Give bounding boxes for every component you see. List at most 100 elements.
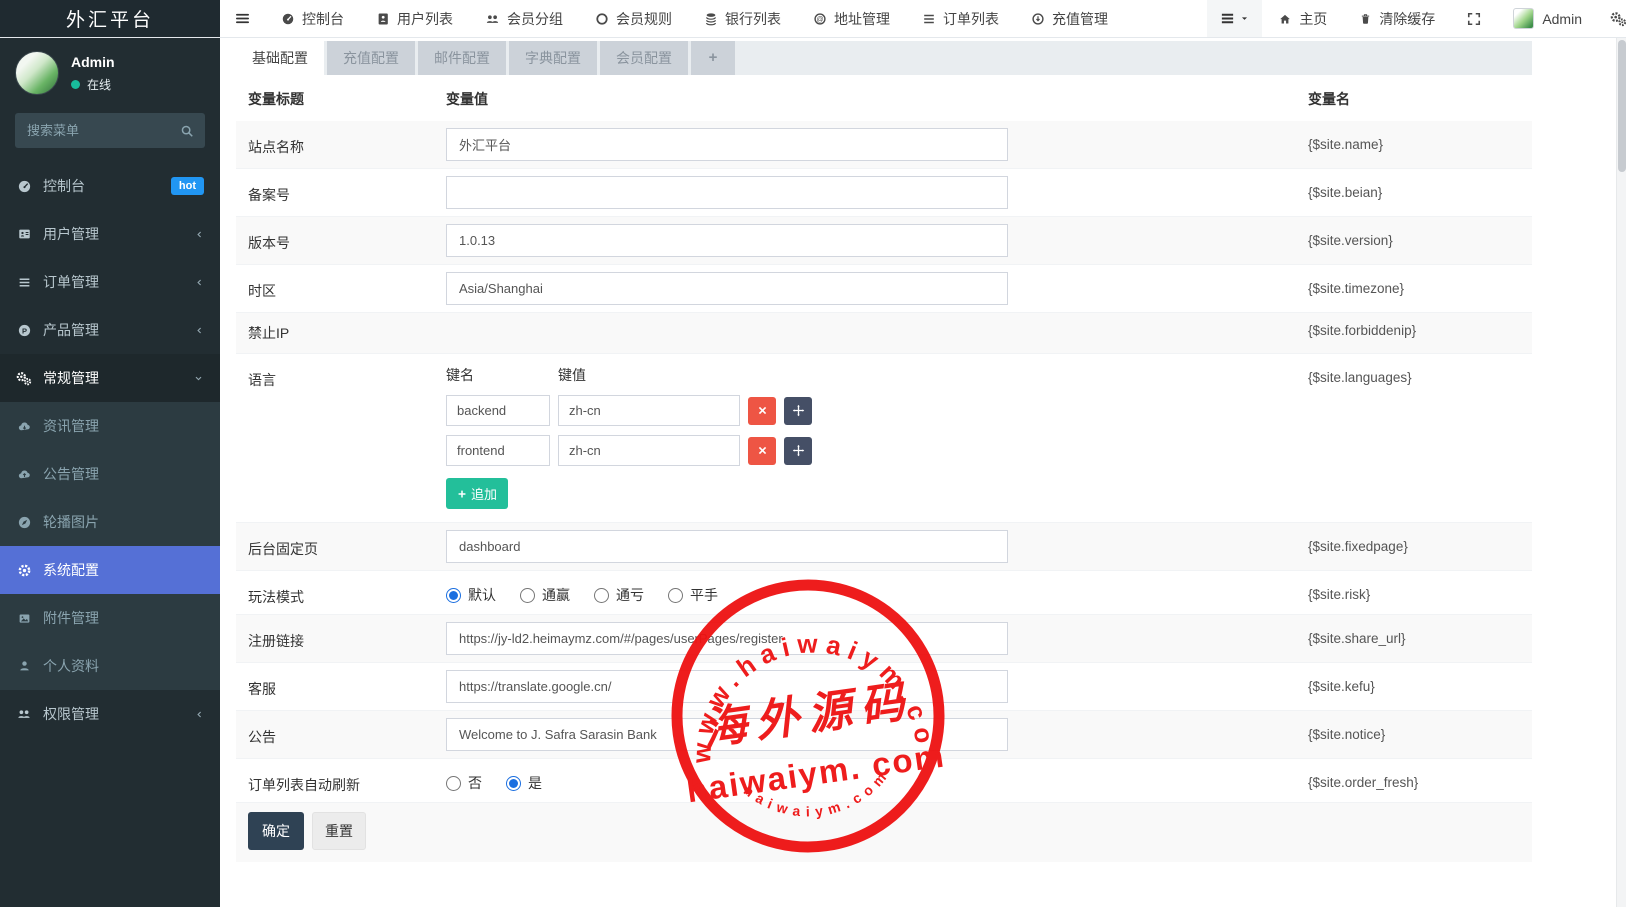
topnav-item-address[interactable]: @ 地址管理 (797, 0, 906, 37)
form-row-version: 版本号 {$site.version} (236, 217, 1532, 265)
sidebar-item-order-management[interactable]: 订单管理 (0, 258, 220, 306)
customer-service-input[interactable] (446, 670, 1008, 703)
topnav-item-bank-list[interactable]: 银行列表 (688, 0, 797, 37)
play-mode-radio-group: 默认 通赢 通亏 平手 (446, 578, 1308, 605)
admin-user-menu[interactable]: Admin (1497, 0, 1598, 37)
topnav-item-member-group[interactable]: 会员分组 (469, 0, 579, 37)
radio-input[interactable] (446, 776, 461, 791)
drag-row-button[interactable] (784, 397, 812, 425)
topnav-item-console[interactable]: 控制台 (265, 0, 360, 37)
sidebar-user-panel: Admin 在线 (0, 38, 220, 105)
sidebar-item-profile[interactable]: 个人资料 (0, 642, 220, 690)
address-icon: @ (813, 12, 827, 26)
submit-button[interactable]: 确定 (248, 812, 304, 850)
topnav-item-recharge[interactable]: 充值管理 (1015, 0, 1124, 37)
search-input[interactable] (15, 123, 169, 138)
avatar (15, 51, 59, 95)
drag-row-button[interactable] (784, 437, 812, 465)
hamburger-icon (235, 11, 250, 26)
topnav-item-order-list[interactable]: 订单列表 (906, 0, 1015, 37)
search-icon[interactable] (169, 124, 205, 138)
chevron-left-icon (195, 709, 204, 720)
remove-row-button[interactable] (748, 397, 776, 425)
sidebar-item-console[interactable]: 控制台 hot (0, 162, 220, 210)
language-value-input[interactable] (558, 395, 740, 426)
sidebar-item-label: 常规管理 (43, 369, 99, 387)
radio-input[interactable] (668, 588, 683, 603)
sidebar-item-label: 订单管理 (43, 273, 99, 291)
tab-member-config[interactable]: 会员配置 (600, 41, 688, 75)
row-var: {$site.risk} (1308, 578, 1520, 602)
topnav-item-user-list[interactable]: 用户列表 (360, 0, 469, 37)
register-link-input[interactable] (446, 622, 1008, 655)
radio-option-draw[interactable]: 平手 (668, 585, 718, 605)
append-button[interactable]: 追加 (446, 478, 508, 509)
radio-option-all-lose[interactable]: 通亏 (594, 585, 644, 605)
tab-dict-config[interactable]: 字典配置 (509, 41, 597, 75)
sidebar-item-permission-management[interactable]: 权限管理 (0, 690, 220, 738)
sidebar-item-label: 控制台 (43, 177, 85, 195)
clear-cache-label: 清除缓存 (1379, 9, 1435, 29)
radio-input[interactable] (520, 588, 535, 603)
settings-button[interactable] (1598, 0, 1626, 37)
sidebar-item-label: 公告管理 (43, 465, 99, 483)
fixed-page-input[interactable] (446, 530, 1008, 563)
sidebar-toggle-button[interactable] (220, 0, 265, 37)
svg-text:P: P (21, 326, 26, 335)
kv-row (446, 395, 1308, 426)
config-tabs: 基础配置 充值配置 邮件配置 字典配置 会员配置 + (236, 41, 1532, 75)
language-key-input[interactable] (446, 435, 550, 466)
radio-option-all-win[interactable]: 通赢 (520, 585, 570, 605)
sidebar-item-system-config[interactable]: 系统配置 (0, 546, 220, 594)
topnav-label: 银行列表 (725, 9, 781, 29)
sidebar-item-notice-management[interactable]: 公告管理 (0, 450, 220, 498)
topnav-right: 主页 清除缓存 Admin (1207, 0, 1626, 37)
tab-basic-config[interactable]: 基础配置 (236, 41, 324, 75)
tab-mail-config[interactable]: 邮件配置 (418, 41, 506, 75)
scrollbar-thumb[interactable] (1618, 40, 1626, 172)
topnav-item-member-rule[interactable]: 会员规则 (579, 0, 688, 37)
radio-input[interactable] (594, 588, 609, 603)
timezone-input[interactable] (446, 272, 1008, 305)
trash-icon (1359, 12, 1372, 26)
version-input[interactable] (446, 224, 1008, 257)
beian-input[interactable] (446, 176, 1008, 209)
site-name-input[interactable] (446, 128, 1008, 161)
sidebar-item-attachment-management[interactable]: 附件管理 (0, 594, 220, 642)
clear-cache-button[interactable]: 清除缓存 (1343, 0, 1451, 37)
image-icon (16, 612, 32, 625)
reset-button[interactable]: 重置 (312, 812, 366, 850)
radio-option-yes[interactable]: 是 (506, 773, 542, 793)
sidebar-item-label: 产品管理 (43, 321, 99, 339)
tab-add-button[interactable]: + (691, 41, 735, 75)
home-button[interactable]: 主页 (1262, 0, 1343, 37)
radio-option-no[interactable]: 否 (446, 773, 482, 793)
radio-input[interactable] (506, 776, 521, 791)
radio-input[interactable] (446, 588, 461, 603)
svg-text:@: @ (816, 16, 823, 23)
form-row-notice: 公告 {$site.notice} (236, 711, 1532, 759)
sidebar-item-user-management[interactable]: 用户管理 (0, 210, 220, 258)
bank-list-icon (704, 12, 718, 26)
chevron-left-icon (195, 277, 204, 288)
notice-input[interactable] (446, 718, 1008, 751)
app-logo[interactable]: 外汇平台 (0, 0, 220, 37)
scrollbar-track[interactable] (1616, 38, 1626, 907)
kv-value-header: 键值 (558, 365, 586, 385)
top-navbar: 外汇平台 控制台 用户列表 会员分组 (0, 0, 1626, 38)
nav-collapse-dropdown[interactable] (1207, 0, 1262, 37)
remove-row-button[interactable] (748, 437, 776, 465)
fullscreen-button[interactable] (1451, 0, 1497, 37)
radio-option-default[interactable]: 默认 (446, 585, 496, 605)
tab-recharge-config[interactable]: 充值配置 (327, 41, 415, 75)
order-list-icon (922, 12, 936, 26)
top-menu: 控制台 用户列表 会员分组 会员规则 银行列表 (220, 0, 1626, 37)
language-key-input[interactable] (446, 395, 550, 426)
language-value-input[interactable] (558, 435, 740, 466)
sidebar-item-carousel-images[interactable]: 轮播图片 (0, 498, 220, 546)
sidebar-item-news-management[interactable]: 资讯管理 (0, 402, 220, 450)
sidebar-item-general-management[interactable]: 常规管理 (0, 354, 220, 402)
sidebar-item-product-management[interactable]: P 产品管理 (0, 306, 220, 354)
plus-icon (457, 489, 467, 499)
row-label: 后台固定页 (248, 530, 446, 559)
